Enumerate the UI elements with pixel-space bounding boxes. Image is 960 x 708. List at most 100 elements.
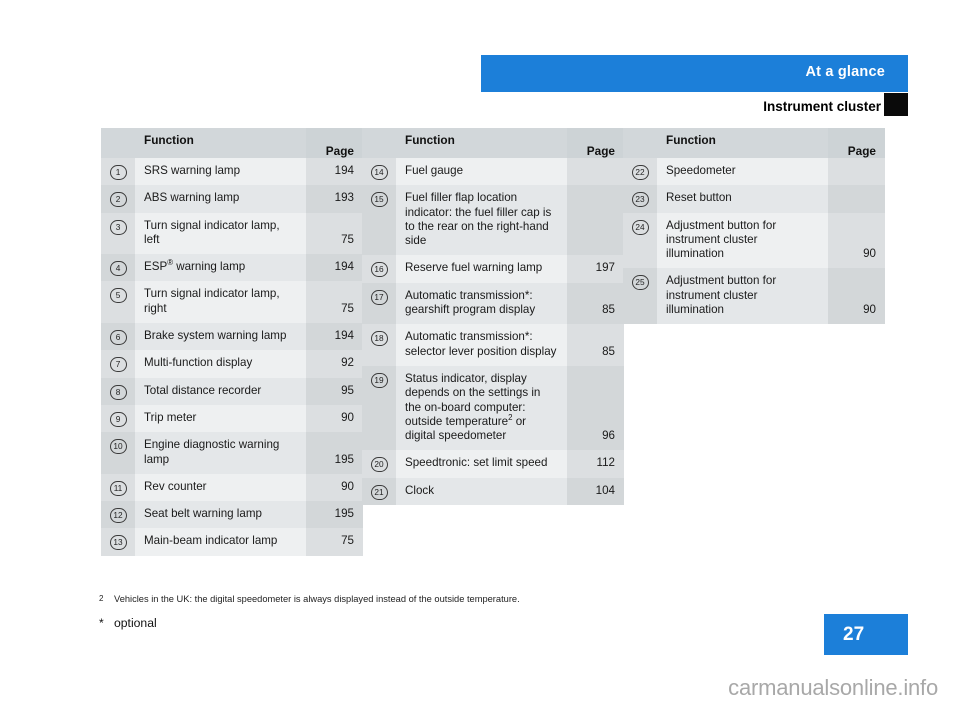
row-function-cell: Reserve fuel warning lamp xyxy=(396,255,567,283)
page-number: 27 xyxy=(843,624,865,645)
table-row: 2 ABS warning lamp 193 xyxy=(101,185,363,213)
chapter-header-bar: At a glance xyxy=(481,55,908,92)
table-row: 19 Status indicator, display depends on t… xyxy=(362,365,624,451)
row-page-cell: 195 xyxy=(306,501,363,529)
circled-number-icon: 16 xyxy=(370,262,388,278)
row-function-cell: Fuel gauge xyxy=(396,158,567,186)
row-function-cell: Brake system warning lamp xyxy=(135,323,306,351)
row-function-cell: ESP® warning lamp xyxy=(135,254,306,282)
row-index-cell: 22 xyxy=(623,158,657,186)
circled-number-icon: 2 xyxy=(109,192,127,208)
circled-number-icon: 25 xyxy=(631,275,649,291)
row-page-cell xyxy=(828,185,885,213)
circled-number-icon: 15 xyxy=(370,192,388,208)
row-function-cell: ABS warning lamp xyxy=(135,185,306,213)
row-page-cell: 90 xyxy=(828,268,885,325)
table-row: 12 Seat belt warning lamp 195 xyxy=(101,501,363,529)
row-page-cell: 85 xyxy=(567,282,624,325)
table-row: 21 Clock 104 xyxy=(362,477,624,506)
row-index-cell: 9 xyxy=(101,404,135,433)
row-index-cell: 18 xyxy=(362,324,396,366)
circled-number-icon: 19 xyxy=(370,372,388,388)
table-row: 1 SRS warning lamp 194 xyxy=(101,158,363,186)
row-function-cell: Main-beam indicator lamp xyxy=(135,528,306,556)
row-page-cell: 96 xyxy=(567,365,624,451)
row-page-cell: 112 xyxy=(567,450,624,478)
row-index-cell: 23 xyxy=(623,185,657,213)
header-cell-page: Page xyxy=(828,128,885,158)
table-row: 7 Multi-function display 92 xyxy=(101,350,363,378)
table-row: 3 Turn signal indicator lamp, left 75 xyxy=(101,212,363,255)
table-row: 4 ESP® warning lamp 194 xyxy=(101,254,363,282)
table-row: 6 Brake system warning lamp 194 xyxy=(101,323,363,351)
row-page-cell: 95 xyxy=(306,377,363,405)
header-cell-page: Page xyxy=(567,128,624,158)
circled-number-icon: 24 xyxy=(631,219,649,235)
row-page-cell xyxy=(567,158,624,186)
row-function-cell: Total distance recorder xyxy=(135,377,306,405)
circled-number-icon: 22 xyxy=(631,165,649,180)
row-page-cell: 195 xyxy=(306,432,363,474)
row-index-cell: 25 xyxy=(623,268,657,325)
section-subheader: Instrument cluster xyxy=(481,99,908,119)
header-cell-index xyxy=(623,128,657,158)
row-index-cell: 13 xyxy=(101,528,135,556)
circled-number-icon: 23 xyxy=(631,192,649,208)
circled-number-icon: 7 xyxy=(109,357,127,373)
circled-number-icon: 1 xyxy=(109,165,127,180)
row-function-cell: Speedtronic: set limit speed xyxy=(396,450,567,478)
row-page-cell: 90 xyxy=(306,473,363,502)
header-cell-index xyxy=(362,128,396,158)
row-index-cell: 20 xyxy=(362,450,396,478)
row-page-cell: 193 xyxy=(306,185,363,213)
row-page-cell: 194 xyxy=(306,158,363,186)
header-cell-function: Function xyxy=(657,128,828,158)
table-row: 11 Rev counter 90 xyxy=(101,473,363,502)
page-number-badge: 27 xyxy=(824,614,908,655)
table-row: 20 Speedtronic: set limit speed 112 xyxy=(362,450,624,478)
table-header-row: Function Page xyxy=(623,128,885,158)
row-page-cell xyxy=(567,185,624,256)
footnote-2: 2 Vehicles in the UK: the digital speedom… xyxy=(99,592,799,606)
function-table-1: Function Page 1 SRS warning lamp 194 2 ABS war… xyxy=(101,128,363,556)
footnote-ref-2: 2 xyxy=(508,413,513,422)
row-index-cell: 1 xyxy=(101,158,135,186)
row-index-cell: 17 xyxy=(362,282,396,325)
row-index-cell: 4 xyxy=(101,254,135,282)
table-row: 15 Fuel filler flap location indicator: t… xyxy=(362,185,624,256)
registered-trademark-icon: ® xyxy=(167,258,174,268)
table-row: 14 Fuel gauge xyxy=(362,158,624,186)
footnote-2-text: Vehicles in the UK: the digital speedome… xyxy=(114,594,520,604)
table-row: 17 Automatic transmission*: gearshift pro… xyxy=(362,282,624,325)
circled-number-icon: 20 xyxy=(370,457,388,473)
table-row: 23 Reset button xyxy=(623,185,885,213)
row-page-cell xyxy=(828,158,885,186)
row-page-cell: 90 xyxy=(306,404,363,433)
row-index-cell: 24 xyxy=(623,212,657,269)
row-function-cell: Status indicator, display depends on the… xyxy=(396,365,567,451)
circled-number-icon: 14 xyxy=(370,165,388,180)
row-index-cell: 5 xyxy=(101,281,135,324)
row-index-cell: 2 xyxy=(101,185,135,213)
row-function-cell: Trip meter xyxy=(135,404,306,433)
section-title: Instrument cluster xyxy=(763,99,881,114)
circled-number-icon: 11 xyxy=(109,480,127,496)
footnote-optional: * optional xyxy=(99,616,799,630)
row-function-cell: Multi-function display xyxy=(135,350,306,378)
circled-number-icon: 21 xyxy=(370,484,388,500)
row-index-cell: 12 xyxy=(101,501,135,529)
circled-number-icon: 17 xyxy=(370,289,388,305)
circled-number-icon: 9 xyxy=(109,411,127,427)
table-row: 8 Total distance recorder 95 xyxy=(101,377,363,405)
row-page-cell: 75 xyxy=(306,528,363,556)
row-page-cell: 92 xyxy=(306,350,363,378)
table-row: 13 Main-beam indicator lamp 75 xyxy=(101,528,363,556)
row-index-cell: 16 xyxy=(362,255,396,283)
row-page-cell: 85 xyxy=(567,324,624,366)
circled-number-icon: 13 xyxy=(109,535,127,551)
row-function-cell: Clock xyxy=(396,477,567,506)
circled-number-icon: 10 xyxy=(109,439,127,455)
row-function-cell: Fuel filler flap location indicator: the… xyxy=(396,185,567,256)
row-function-cell: Reset button xyxy=(657,185,828,213)
row-function-cell: Rev counter xyxy=(135,473,306,502)
